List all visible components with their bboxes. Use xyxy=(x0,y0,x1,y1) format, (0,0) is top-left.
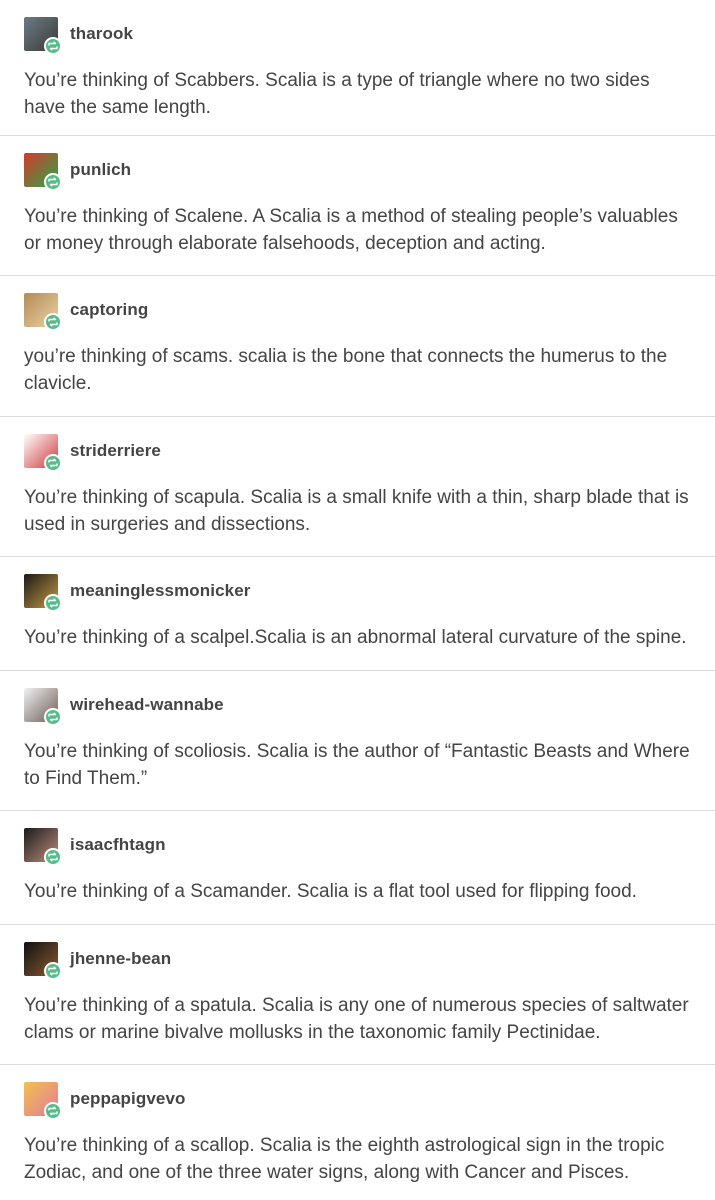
reblog-icon xyxy=(44,708,62,726)
reblog-post: wirehead-wannabe You’re thinking of scoli… xyxy=(0,671,715,811)
post-text: You’re thinking of scapula. Scalia is a … xyxy=(24,487,689,535)
reblog-thread: tharook You’re thinking of Scabbers. Scal… xyxy=(0,0,715,1200)
post-text: You’re thinking of Scalene. A Scalia is … xyxy=(24,206,678,254)
post-header: punlich xyxy=(24,153,691,191)
reblog-post: striderriere You’re thinking of scapula. … xyxy=(0,417,715,557)
post-text: You’re thinking of a Scamander. Scalia i… xyxy=(24,881,637,902)
reblog-post: punlich You’re thinking of Scalene. A Sca… xyxy=(0,136,715,276)
post-header: isaacfhtagn xyxy=(24,828,691,866)
post-header: meaninglessmonicker xyxy=(24,574,691,612)
reblog-icon xyxy=(44,37,62,55)
reblog-icon xyxy=(44,962,62,980)
avatar-container[interactable] xyxy=(24,688,62,726)
reblog-post: jhenne-bean You’re thinking of a spatula.… xyxy=(0,925,715,1065)
username-link[interactable]: tharook xyxy=(70,24,133,44)
username-link[interactable]: captoring xyxy=(70,300,148,320)
post-header: wirehead-wannabe xyxy=(24,688,691,726)
post-header: striderriere xyxy=(24,434,691,472)
reblog-post: meaninglessmonicker You’re thinking of a … xyxy=(0,557,715,671)
post-text: you’re thinking of scams. scalia is the … xyxy=(24,346,668,394)
username-link[interactable]: striderriere xyxy=(70,441,161,461)
avatar-container[interactable] xyxy=(24,293,62,331)
reblog-post: isaacfhtagn You’re thinking of a Scamande… xyxy=(0,811,715,925)
avatar-container[interactable] xyxy=(24,942,62,980)
reblog-icon xyxy=(44,594,62,612)
reblog-icon xyxy=(44,1102,62,1120)
reblog-post: captoring you’re thinking of scams. scali… xyxy=(0,276,715,417)
reblog-icon xyxy=(44,848,62,866)
reblog-icon xyxy=(44,173,62,191)
username-link[interactable]: wirehead-wannabe xyxy=(70,695,224,715)
avatar-container[interactable] xyxy=(24,1082,62,1120)
avatar-container[interactable] xyxy=(24,153,62,191)
username-link[interactable]: jhenne-bean xyxy=(70,949,171,969)
username-link[interactable]: isaacfhtagn xyxy=(70,835,166,855)
post-text: You’re thinking of Scabbers. Scalia is a… xyxy=(24,70,650,118)
post-header: jhenne-bean xyxy=(24,942,691,980)
post-header: captoring xyxy=(24,293,691,331)
avatar-container[interactable] xyxy=(24,828,62,866)
avatar-container[interactable] xyxy=(24,17,62,55)
post-text: You’re thinking of a scalpel.Scalia is a… xyxy=(24,627,687,648)
avatar-container[interactable] xyxy=(24,434,62,472)
username-link[interactable]: meaninglessmonicker xyxy=(70,581,250,601)
post-text: You’re thinking of a scallop. Scalia is … xyxy=(24,1135,665,1183)
post-header: tharook xyxy=(24,17,691,55)
username-link[interactable]: peppapigvevo xyxy=(70,1089,186,1109)
username-link[interactable]: punlich xyxy=(70,160,131,180)
post-header: peppapigvevo xyxy=(24,1082,691,1120)
post-text: You’re thinking of a spatula. Scalia is … xyxy=(24,995,689,1043)
reblog-post: peppapigvevo You’re thinking of a scallop… xyxy=(0,1065,715,1200)
post-text: You’re thinking of scoliosis. Scalia is … xyxy=(24,741,690,789)
avatar-container[interactable] xyxy=(24,574,62,612)
reblog-post: tharook You’re thinking of Scabbers. Scal… xyxy=(0,0,715,136)
reblog-icon xyxy=(44,454,62,472)
reblog-icon xyxy=(44,313,62,331)
